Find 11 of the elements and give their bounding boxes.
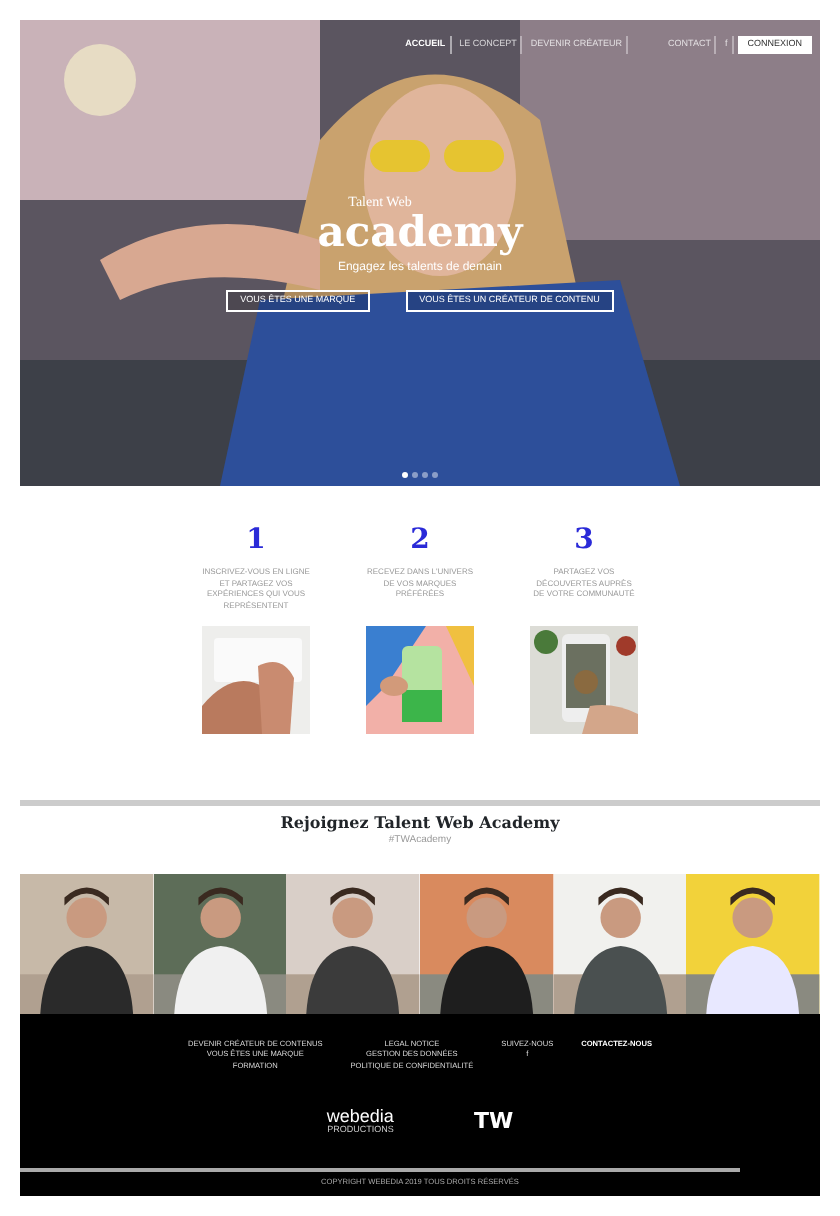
step-number: 1 bbox=[246, 526, 266, 554]
tw-logo: TW bbox=[473, 1110, 514, 1133]
step-number: 2 bbox=[410, 526, 430, 554]
carousel-dot[interactable] bbox=[412, 472, 418, 478]
step-number: 3 bbox=[574, 526, 594, 554]
hero-title: academy bbox=[317, 210, 523, 252]
carousel-dot[interactable] bbox=[432, 472, 438, 478]
join-heading: Rejoignez Talent Web Academy bbox=[278, 810, 562, 834]
webedia-logo: webedia bbox=[326, 1107, 394, 1126]
carousel-dot[interactable] bbox=[402, 472, 408, 478]
carousel-dot[interactable] bbox=[422, 472, 428, 478]
